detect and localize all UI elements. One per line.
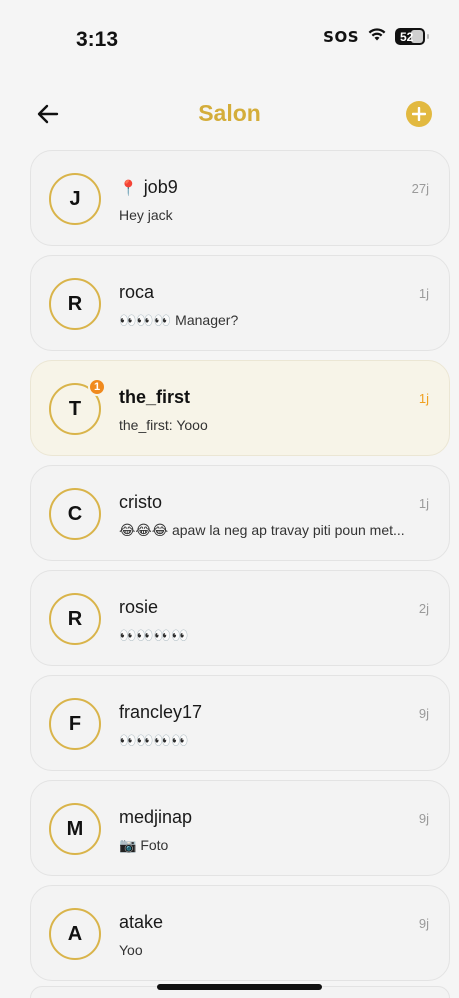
chat-name-text: the_first	[119, 387, 191, 407]
chat-name: atake	[119, 912, 163, 933]
chat-item-francley17[interactable]: F francley17 9j 👀👀👀👀	[30, 675, 450, 771]
chat-preview: Hey jack	[119, 207, 173, 223]
chat-item-job9[interactable]: J 📍 job9 27j Hey jack	[30, 150, 450, 246]
chat-time: 1j	[418, 391, 429, 406]
avatar: A	[49, 908, 101, 960]
chat-preview: Yoo	[119, 942, 143, 958]
avatar: C	[49, 488, 101, 540]
battery-icon: 52	[395, 28, 429, 45]
chat-name-text: cristo	[119, 492, 163, 512]
chat-preview: 👀👀👀👀	[119, 627, 189, 643]
chat-time: 9j	[418, 916, 429, 931]
chat-item-rosie[interactable]: R rosie 2j 👀👀👀👀	[30, 570, 450, 666]
avatar: R	[49, 278, 101, 330]
status-icons: SOS 52	[323, 26, 429, 47]
chat-name-text: roca	[119, 282, 155, 302]
battery-level: 52	[400, 29, 414, 44]
avatar-initial: M	[66, 817, 84, 840]
chat-time: 2j	[418, 601, 429, 616]
unread-badge: 1	[88, 378, 106, 396]
status-bar: 3:13 SOS 52	[0, 0, 459, 80]
chat-preview: 👀👀👀 Manager?	[119, 312, 239, 328]
chat-time: 27j	[411, 181, 429, 196]
avatar-initial: J	[69, 187, 81, 210]
chat-name-text: medjinap	[119, 807, 193, 827]
home-indicator[interactable]	[157, 984, 322, 990]
status-time: 3:13	[76, 28, 119, 51]
sos-indicator: SOS	[323, 27, 359, 46]
chat-name: francley17	[119, 702, 202, 723]
avatar: M	[49, 803, 101, 855]
chat-preview: the_first: Yooo	[119, 417, 208, 433]
avatar-initial: A	[67, 922, 83, 945]
chat-name-text: atake	[119, 912, 164, 932]
avatar-initial: T	[68, 397, 82, 420]
chat-time: 1j	[418, 286, 429, 301]
chat-name: cristo	[119, 492, 162, 513]
chat-preview: 😂😂😂 apaw la neg ap travay piti poun met.…	[119, 522, 405, 538]
chat-item-cristo[interactable]: C cristo 1j 😂😂😂 apaw la neg ap travay pi…	[30, 465, 450, 561]
avatar-initial: F	[68, 712, 82, 735]
avatar-initial: R	[67, 292, 83, 315]
chat-time: 9j	[418, 811, 429, 826]
avatar: R	[49, 593, 101, 645]
chat-name: rosie	[119, 597, 158, 618]
wifi-icon	[367, 26, 387, 47]
chat-name: medjinap	[119, 807, 192, 828]
chat-item-medjinap[interactable]: M medjinap 9j 📷 Foto	[30, 780, 450, 876]
avatar: T 1	[49, 378, 106, 435]
chat-name-text: job9	[143, 177, 178, 197]
chat-item-roca[interactable]: R roca 1j 👀👀👀 Manager?	[30, 255, 450, 351]
chat-list: J 📍 job9 27j Hey jack R roca 1j 👀👀👀 Mana…	[30, 150, 450, 990]
chat-time: 9j	[418, 706, 429, 721]
chat-name: roca	[119, 282, 154, 303]
chat-time: 1j	[418, 496, 429, 511]
chat-item-the-first[interactable]: T 1 the_first 1j the_first: Yooo	[30, 360, 450, 456]
chat-name-text: francley17	[119, 702, 203, 722]
chat-item-atake[interactable]: A atake 9j Yoo	[30, 885, 450, 981]
header: Salon	[0, 92, 459, 136]
chat-preview: 👀👀👀👀	[119, 732, 189, 748]
avatar-initial: C	[67, 502, 83, 525]
chat-preview: 📷 Foto	[119, 837, 169, 853]
avatar: J	[49, 173, 101, 225]
pin-icon: 📍	[119, 179, 138, 197]
chat-name: 📍 job9	[119, 177, 178, 198]
chat-name-text: rosie	[119, 597, 159, 617]
avatar: F	[49, 698, 101, 750]
page-title: Salon	[198, 100, 261, 126]
chat-name: the_first	[119, 387, 190, 408]
add-chat-button[interactable]	[406, 101, 432, 127]
plus-icon	[412, 107, 426, 121]
avatar-initial: R	[67, 607, 83, 630]
